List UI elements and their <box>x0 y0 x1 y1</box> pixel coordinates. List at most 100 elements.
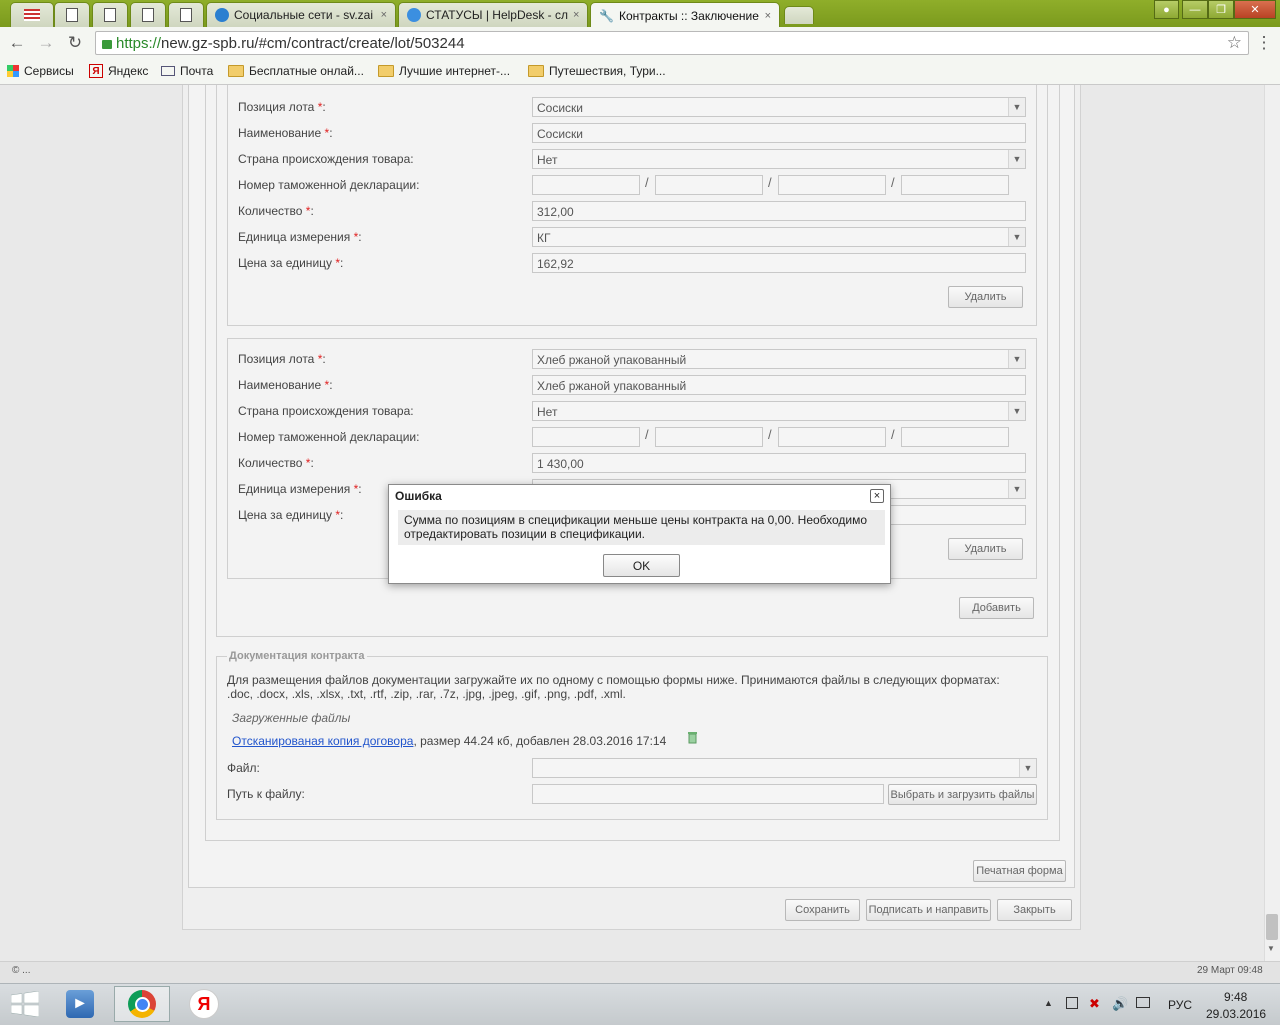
profile-icon[interactable]: ● <box>1154 0 1179 19</box>
file-link[interactable]: Отсканированая копия договора <box>232 734 413 748</box>
delete-position-button[interactable]: Удалить <box>948 538 1023 560</box>
ok-button[interactable]: OK <box>603 554 680 577</box>
tab-social-networks[interactable]: Социальные сети - sv.zai × <box>206 2 396 27</box>
file-path-input[interactable] <box>532 784 884 804</box>
customs-part-2-input[interactable] <box>655 427 763 447</box>
bookmark-best-internet[interactable]: Лучшие интернет-... <box>378 62 510 80</box>
menu-icon[interactable]: ⋮ <box>1252 31 1276 55</box>
dialog-close-icon[interactable]: × <box>870 489 884 503</box>
field-label: Позиция лота *: <box>238 352 326 366</box>
monitor-icon[interactable] <box>1136 997 1150 1008</box>
taskbar-yandex[interactable]: Я <box>176 986 232 1022</box>
customs-part-4-input[interactable] <box>901 427 1009 447</box>
network-error-icon[interactable]: ✖ <box>1089 996 1100 1012</box>
forward-icon[interactable]: → <box>34 31 58 55</box>
field-label: Количество *: <box>238 204 314 218</box>
print-form-button[interactable]: Печатная форма <box>973 860 1066 882</box>
bookmark-mail[interactable]: Почта <box>161 62 213 80</box>
separator: / <box>768 427 772 442</box>
trash-icon[interactable] <box>686 731 699 744</box>
clock-date[interactable]: 29.03.2016 <box>1206 1007 1266 1021</box>
customs-part-1-input[interactable] <box>532 175 640 195</box>
pinned-tab-3[interactable] <box>130 2 166 27</box>
uploaded-file-row: Отсканированая копия договора, размер 44… <box>232 734 667 748</box>
tab-contracts[interactable]: 🔧 Контракты :: Заключение × <box>590 2 780 28</box>
reload-icon[interactable]: ↻ <box>63 31 87 55</box>
help-icon <box>407 8 421 22</box>
back-icon[interactable]: ← <box>5 31 29 55</box>
page-icon <box>180 8 192 22</box>
language-indicator[interactable]: РУС <box>1168 998 1192 1012</box>
scroll-down-icon[interactable]: ▼ <box>1267 944 1275 953</box>
pinned-tab-2[interactable] <box>92 2 128 27</box>
bookmark-travel[interactable]: Путешествия, Тури... <box>528 62 666 80</box>
chrome-icon <box>128 990 156 1018</box>
pinned-tab-1[interactable] <box>54 2 90 27</box>
field-label: Единица измерения *: <box>238 482 362 496</box>
separator: / <box>891 175 895 190</box>
close-icon[interactable]: × <box>381 9 387 21</box>
separator: / <box>645 427 649 442</box>
unit-select[interactable]: КГ ▼ <box>532 227 1026 247</box>
field-label: Номер таможенной декларации: <box>238 430 420 444</box>
sign-and-send-button[interactable]: Подписать и направить <box>866 899 991 921</box>
bookmark-yandex[interactable]: Я Яндекс <box>89 62 148 80</box>
add-position-button[interactable]: Добавить <box>959 597 1034 619</box>
quantity-input[interactable]: 1 430,00 <box>532 453 1026 473</box>
page-icon <box>142 8 154 22</box>
chevron-down-icon: ▼ <box>1008 228 1025 246</box>
tab-helpdesk[interactable]: СТАТУСЫ | HelpDesk - сл × <box>398 2 588 27</box>
customs-part-4-input[interactable] <box>901 175 1009 195</box>
taskbar-chrome[interactable] <box>114 986 170 1022</box>
volume-icon[interactable]: 🔊 <box>1112 996 1128 1012</box>
taskbar-media-player[interactable]: ► <box>52 986 108 1022</box>
tray-expand-icon[interactable]: ▲ <box>1044 998 1053 1008</box>
restore-icon[interactable]: ❐ <box>1208 0 1234 19</box>
country-select[interactable]: Нет ▼ <box>532 149 1026 169</box>
chevron-down-icon: ▼ <box>1008 480 1025 498</box>
customs-part-3-input[interactable] <box>778 175 886 195</box>
close-button[interactable]: Закрыть <box>997 899 1072 921</box>
lot-position-select[interactable]: Сосиски ▼ <box>532 97 1026 117</box>
field-label: Цена за единицу *: <box>238 508 344 522</box>
delete-position-button[interactable]: Удалить <box>948 286 1023 308</box>
file-label: Файл: <box>227 761 260 775</box>
customs-part-2-input[interactable] <box>655 175 763 195</box>
yandex-browser-icon: Я <box>189 989 219 1019</box>
clock-time[interactable]: 9:48 <box>1224 990 1247 1004</box>
field-label: Наименование *: <box>238 126 333 140</box>
bookmark-free-online[interactable]: Бесплатные онлай... <box>228 62 364 80</box>
new-tab-button[interactable] <box>784 6 814 24</box>
vertical-scrollbar[interactable] <box>1264 85 1280 961</box>
star-icon[interactable]: ☆ <box>1227 33 1242 53</box>
close-icon[interactable]: × <box>765 10 771 22</box>
section-title: Документация контракта <box>227 650 367 662</box>
quantity-input[interactable]: 312,00 <box>532 201 1026 221</box>
folder-icon <box>228 65 244 77</box>
upload-files-button[interactable]: Выбрать и загрузить файлы <box>888 784 1037 805</box>
customs-part-1-input[interactable] <box>532 427 640 447</box>
customs-part-3-input[interactable] <box>778 427 886 447</box>
scrollbar-thumb[interactable] <box>1266 914 1278 940</box>
field-label: Наименование *: <box>238 378 333 392</box>
country-select[interactable]: Нет ▼ <box>532 401 1026 421</box>
address-bar[interactable]: https://new.gz-spb.ru/#cm/contract/creat… <box>95 31 1249 55</box>
window-close-icon[interactable]: ✕ <box>1234 0 1276 19</box>
close-icon[interactable]: × <box>573 9 579 21</box>
file-select[interactable]: ▼ <box>532 758 1037 778</box>
name-input[interactable]: Сосиски <box>532 123 1026 143</box>
save-button[interactable]: Сохранить <box>785 899 860 921</box>
field-label: Страна происхождения товара: <box>238 404 414 418</box>
windows-start-icon[interactable] <box>10 990 40 1020</box>
minimize-icon[interactable]: — <box>1182 0 1208 19</box>
chevron-down-icon: ▼ <box>1019 759 1036 777</box>
price-input[interactable]: 162,92 <box>532 253 1026 273</box>
site-logo-icon <box>215 8 229 22</box>
flag-icon[interactable] <box>1066 997 1078 1009</box>
app-menu-tab[interactable] <box>10 2 54 27</box>
name-input[interactable]: Хлеб ржаной упакованный <box>532 375 1026 395</box>
lot-position-select[interactable]: Хлеб ржаной упакованный ▼ <box>532 349 1026 369</box>
pinned-tab-4[interactable] <box>168 2 204 27</box>
dialog-title: Ошибка <box>395 489 442 503</box>
bookmark-services[interactable]: Сервисы <box>7 62 74 80</box>
